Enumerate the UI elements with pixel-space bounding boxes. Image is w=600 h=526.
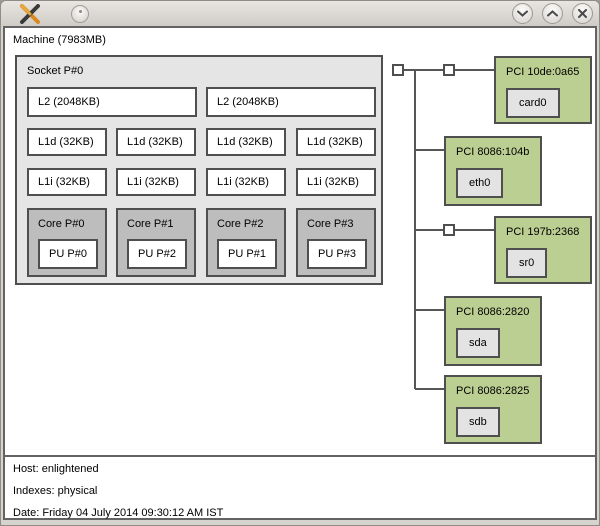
close-button[interactable]	[572, 3, 593, 24]
os-device-box: sda	[456, 328, 500, 358]
pci-device-box: PCI 10de:0a65 card0	[494, 56, 592, 124]
lstopo-window: Machine (7983MB) Socket P#0 L2 (2048KB) …	[0, 0, 600, 526]
legend-host: Host: enlightened	[13, 463, 99, 475]
pci-device-label: PCI 10de:0a65	[506, 66, 579, 78]
os-device-box: eth0	[456, 168, 503, 198]
close-icon	[578, 9, 587, 18]
window-menu-button[interactable]	[71, 5, 89, 23]
pci-device-label: PCI 8086:104b	[456, 146, 529, 158]
os-device-box: card0	[506, 88, 560, 118]
pci-device-label: PCI 197b:2368	[506, 226, 579, 238]
os-device-box: sr0	[506, 248, 547, 278]
pci-device-box: PCI 197b:2368 sr0	[494, 216, 592, 284]
titlebar[interactable]	[1, 1, 599, 26]
pci-device-label: PCI 8086:2825	[456, 385, 529, 397]
pci-device-box: PCI 8086:104b eth0	[444, 136, 542, 206]
chevron-up-icon	[547, 10, 558, 17]
app-icon	[19, 4, 43, 24]
legend-date: Date: Friday 04 July 2014 09:30:12 AM IS…	[13, 507, 223, 519]
minimize-button[interactable]	[512, 3, 533, 24]
pci-bridge-square	[444, 65, 454, 75]
pci-bridge-square	[444, 225, 454, 235]
topology-canvas: Machine (7983MB) Socket P#0 L2 (2048KB) …	[3, 26, 597, 520]
pci-device-box: PCI 8086:2825 sdb	[444, 375, 542, 444]
maximize-button[interactable]	[542, 3, 563, 24]
host-bridge-square	[393, 65, 403, 75]
legend-indexes: Indexes: physical	[13, 485, 97, 497]
pci-device-label: PCI 8086:2820	[456, 306, 529, 318]
machine-box-bottom-border	[3, 455, 597, 457]
pci-device-box: PCI 8086:2820 sda	[444, 296, 542, 366]
os-device-box: sdb	[456, 407, 500, 437]
chevron-down-icon	[517, 10, 528, 17]
